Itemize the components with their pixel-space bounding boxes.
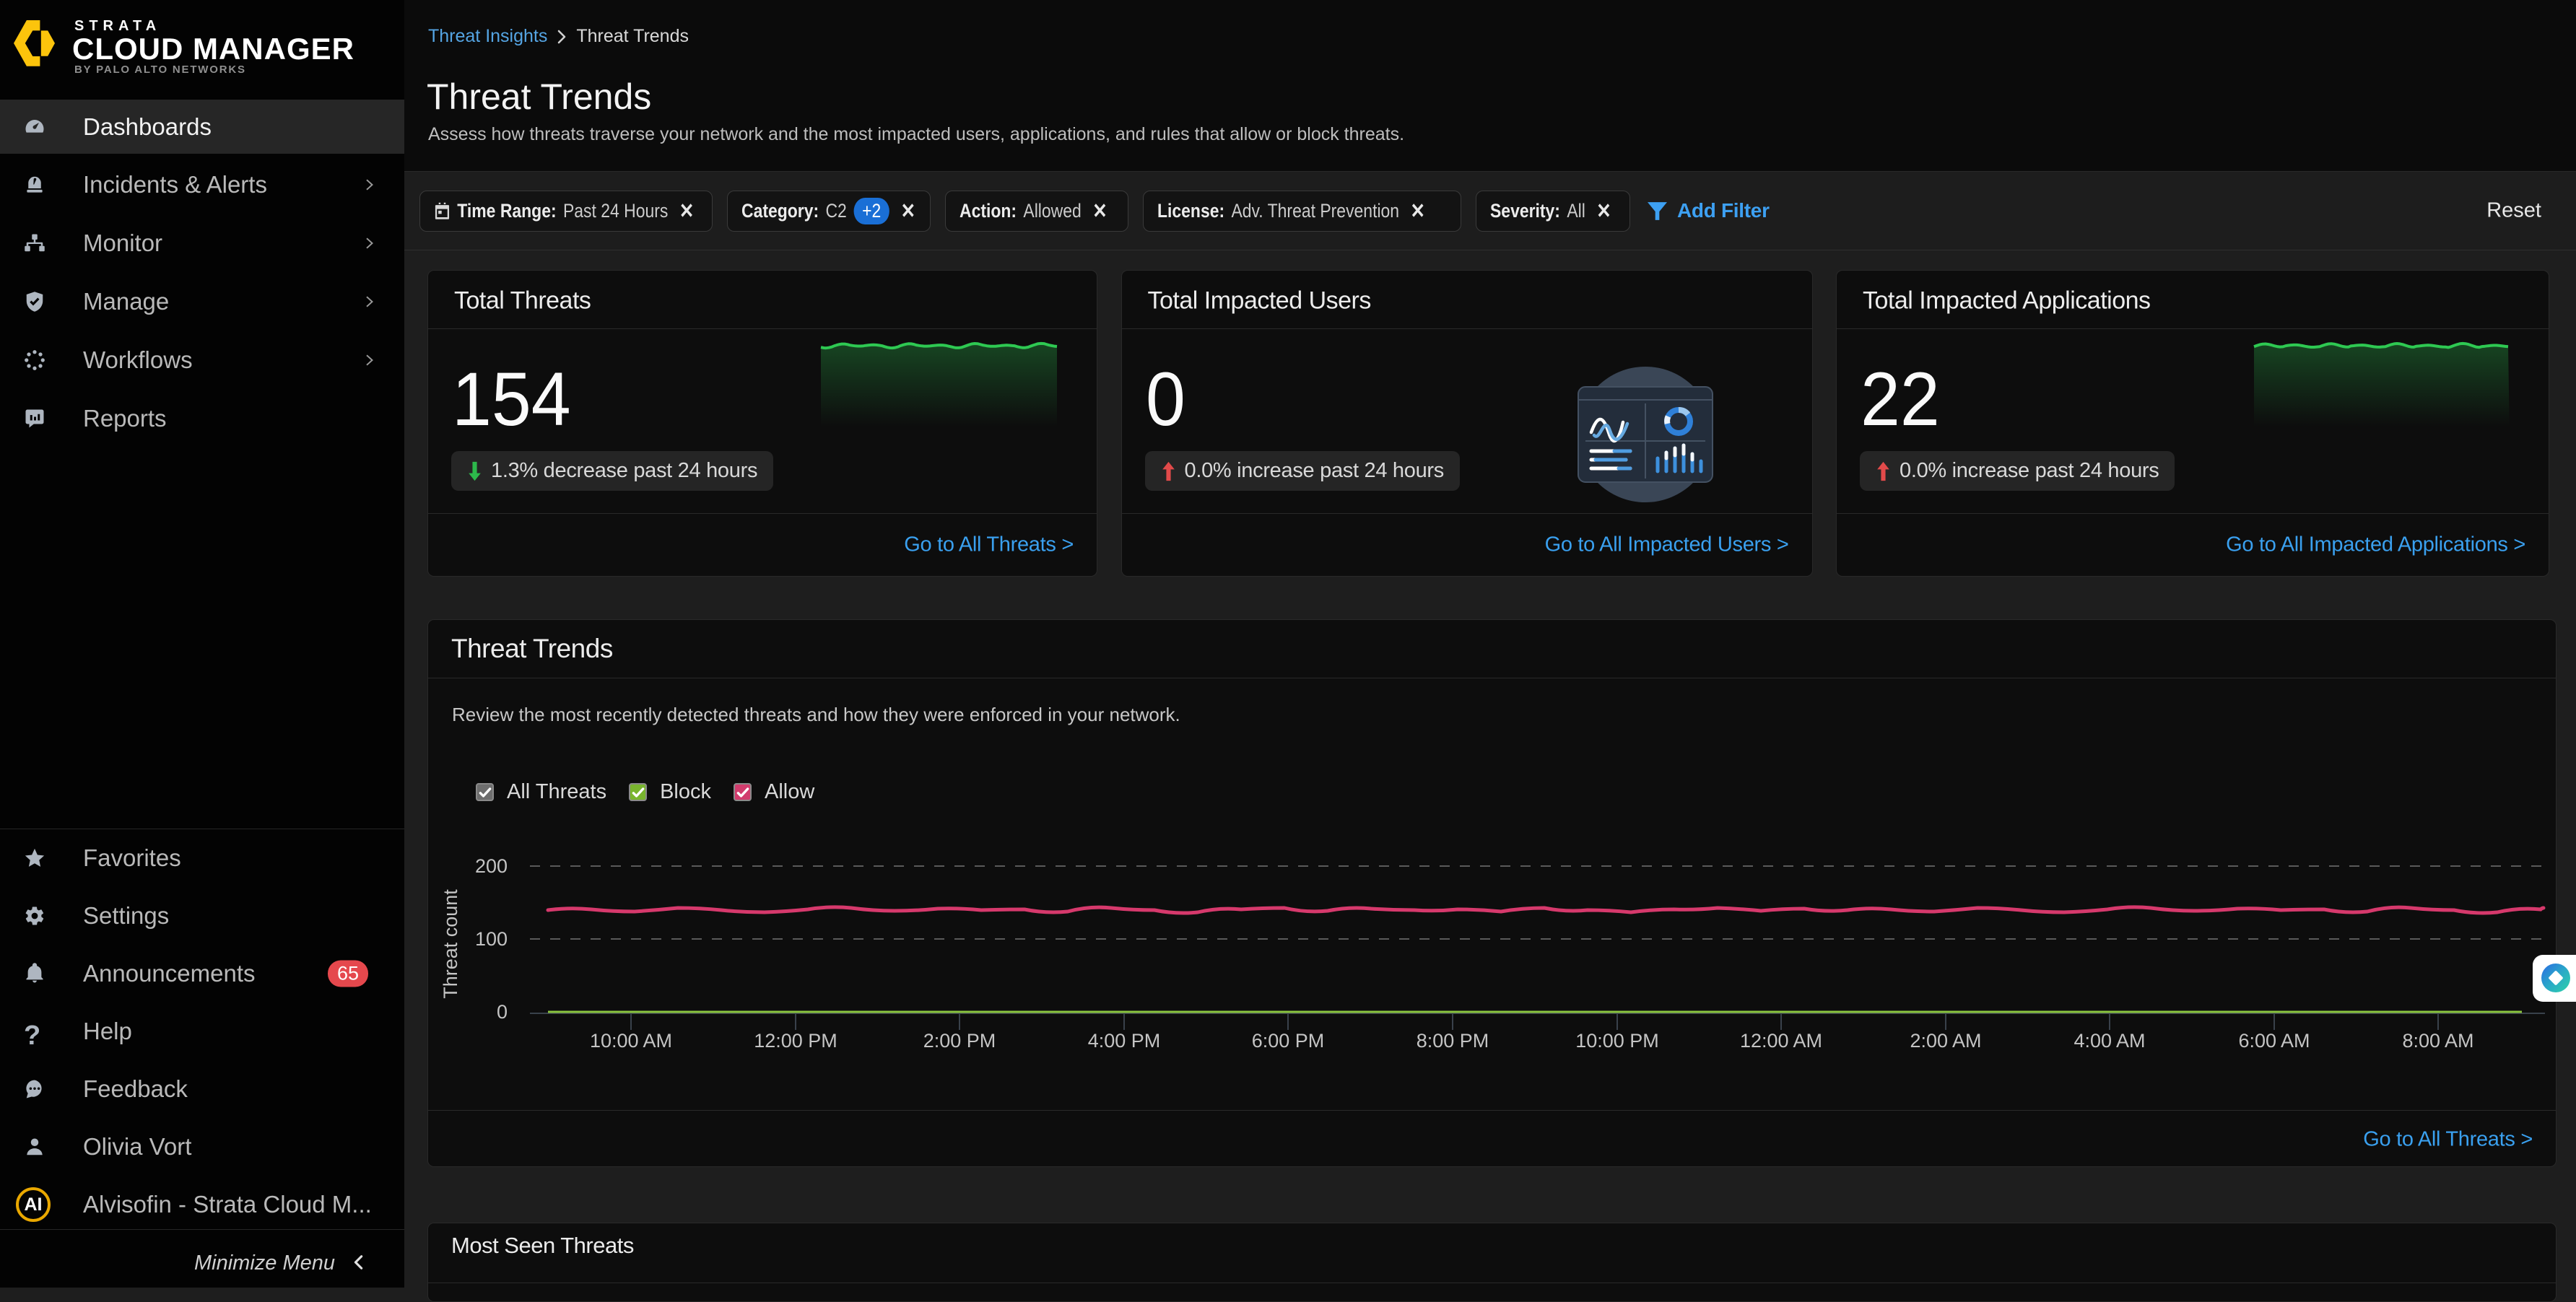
- svg-text:Threat count: Threat count: [440, 889, 461, 999]
- svg-text:6:00 AM: 6:00 AM: [2238, 1030, 2310, 1052]
- svg-text:2:00 AM: 2:00 AM: [1910, 1030, 1981, 1052]
- svg-text:8:00 PM: 8:00 PM: [1417, 1030, 1489, 1052]
- svg-text:12:00 PM: 12:00 PM: [754, 1030, 837, 1052]
- svg-text:2:00 PM: 2:00 PM: [923, 1030, 996, 1052]
- svg-text:200: 200: [475, 855, 508, 877]
- svg-text:10:00 PM: 10:00 PM: [1575, 1030, 1659, 1052]
- svg-text:12:00 AM: 12:00 AM: [1740, 1030, 1822, 1052]
- svg-text:4:00 AM: 4:00 AM: [2074, 1030, 2145, 1052]
- svg-text:6:00 PM: 6:00 PM: [1252, 1030, 1325, 1052]
- svg-text:8:00 AM: 8:00 AM: [2402, 1030, 2473, 1052]
- svg-text:0: 0: [497, 1001, 508, 1023]
- svg-text:10:00 AM: 10:00 AM: [590, 1030, 672, 1052]
- svg-text:4:00 PM: 4:00 PM: [1088, 1030, 1161, 1052]
- svg-text:100: 100: [475, 928, 508, 950]
